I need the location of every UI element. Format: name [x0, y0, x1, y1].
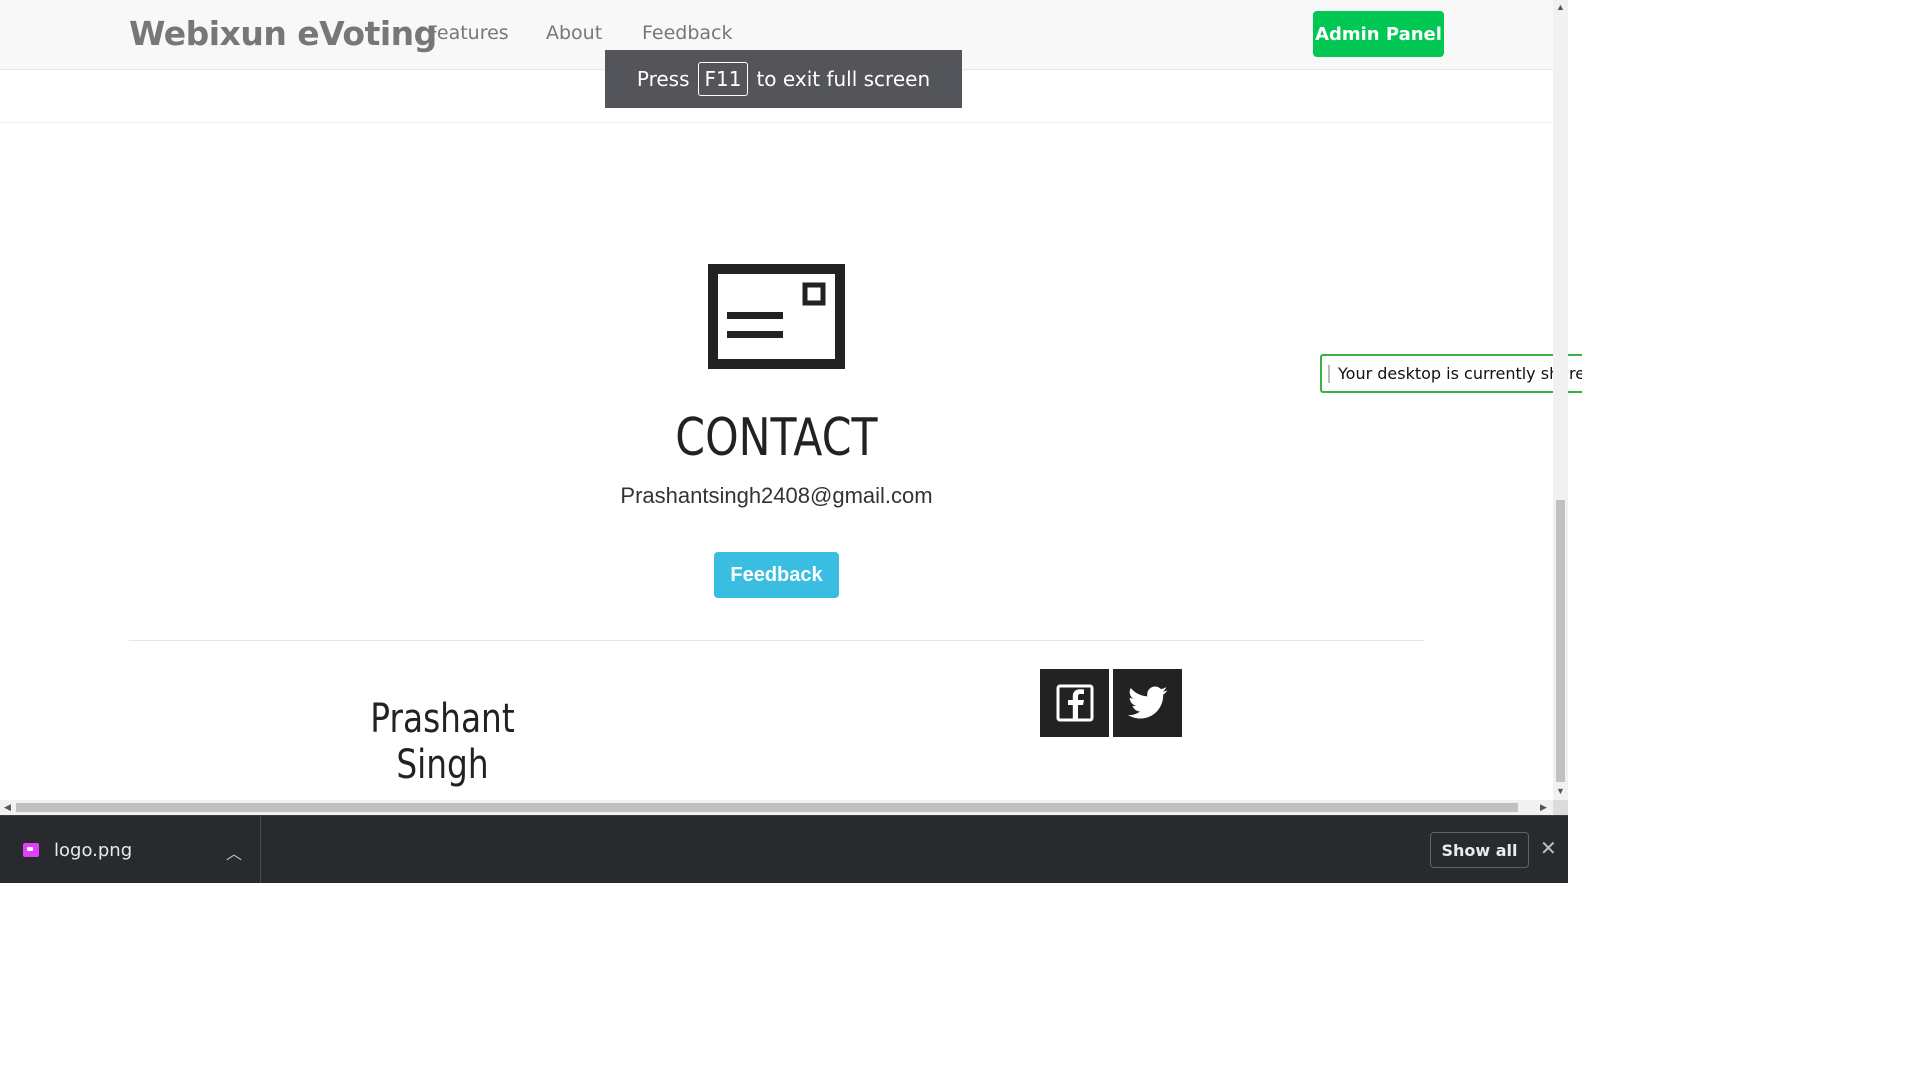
contact-email[interactable]: Prashantsingh2408@gmail.com — [0, 483, 1553, 509]
toast-key: F11 — [697, 62, 749, 96]
drag-handle-icon[interactable] — [1328, 364, 1330, 383]
author-last-name: Singh — [396, 742, 489, 788]
toast-suffix: to exit full screen — [756, 67, 931, 91]
show-all-button[interactable]: Show all — [1430, 832, 1529, 868]
download-item[interactable]: logo.png ︿ — [0, 816, 261, 883]
toast-prefix: Press — [636, 67, 690, 91]
scroll-up-arrow-icon[interactable]: ▲ — [1556, 3, 1565, 12]
twitter-link[interactable] — [1113, 669, 1182, 737]
screen-share-notice[interactable]: Your desktop is currently shared — [1320, 354, 1582, 393]
nav-link-features[interactable]: Features — [427, 22, 509, 44]
chevron-up-icon[interactable]: ︿ — [226, 840, 242, 864]
vertical-scroll-thumb[interactable] — [1556, 500, 1565, 782]
download-shelf: logo.png ︿ Show all ✕ — [0, 815, 1568, 883]
nav-link-feedback[interactable]: Feedback — [642, 22, 732, 44]
admin-panel-button[interactable]: Admin Panel — [1313, 11, 1444, 57]
facebook-icon — [1056, 684, 1093, 722]
facebook-link[interactable] — [1040, 669, 1109, 737]
footer-divider — [129, 640, 1424, 641]
horizontal-scrollbar[interactable]: ◀ ▶ — [0, 800, 1553, 815]
download-file-name[interactable]: logo.png — [54, 840, 132, 861]
twitter-icon — [1127, 686, 1167, 719]
page-viewport: Webixun eVoting Features About Feedback … — [0, 0, 1553, 800]
scroll-right-arrow-icon[interactable]: ▶ — [1540, 803, 1547, 812]
author-name: Prashant Singh — [350, 696, 535, 788]
contact-heading: CONTACT — [675, 408, 878, 468]
feedback-button[interactable]: Feedback — [714, 552, 839, 598]
brand-logo[interactable]: Webixun eVoting — [129, 14, 437, 53]
scroll-left-arrow-icon[interactable]: ◀ — [4, 803, 11, 812]
image-file-icon — [23, 843, 39, 857]
nav-link-about[interactable]: About — [546, 22, 602, 44]
scroll-down-arrow-icon[interactable]: ▼ — [1556, 787, 1565, 796]
horizontal-scroll-thumb[interactable] — [16, 803, 1518, 812]
divider — [0, 122, 1553, 123]
vertical-scrollbar[interactable]: ▲ ▼ — [1553, 0, 1568, 800]
share-notice-text: Your desktop is currently shared — [1338, 364, 1582, 383]
fullscreen-exit-toast: Press F11 to exit full screen — [605, 50, 962, 108]
close-icon[interactable]: ✕ — [1540, 836, 1557, 861]
scrollbar-corner — [1553, 800, 1568, 815]
contact-card-icon — [708, 264, 845, 369]
author-first-name: Prashant — [370, 696, 515, 742]
